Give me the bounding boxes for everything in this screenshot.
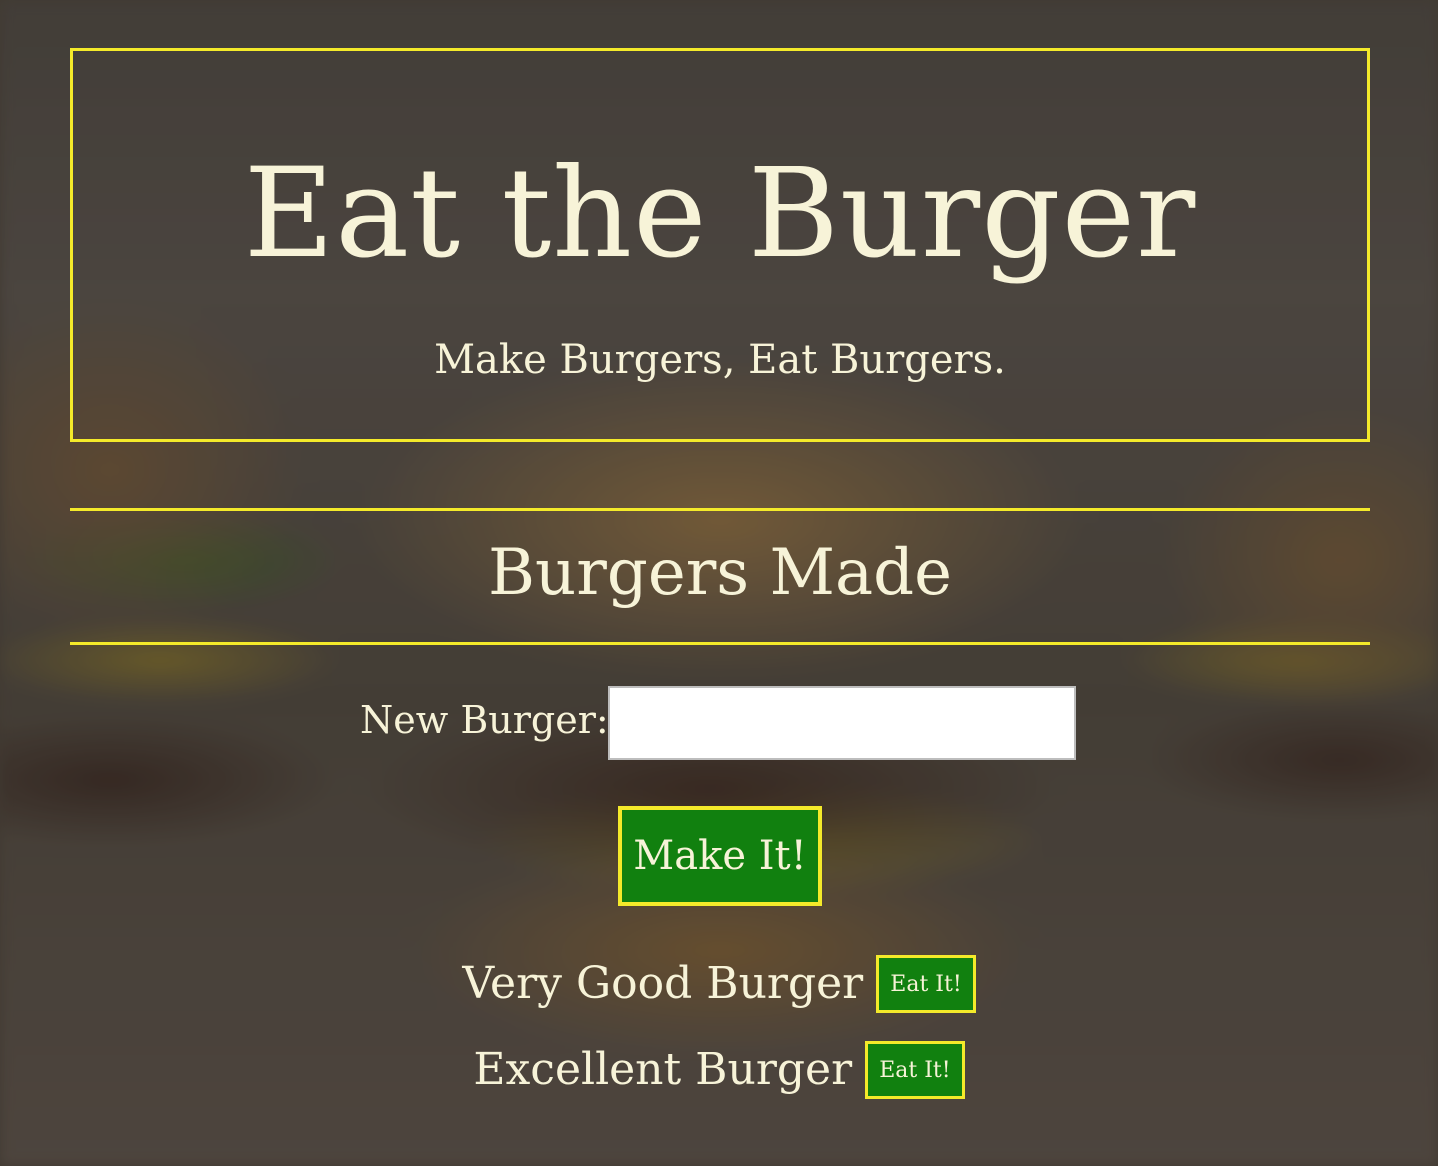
eat-it-button[interactable]: Eat It! — [865, 1041, 965, 1099]
section-divider-top — [70, 508, 1370, 511]
page-subtitle: Make Burgers, Eat Burgers. — [434, 337, 1006, 383]
eat-it-button[interactable]: Eat It! — [876, 955, 976, 1013]
new-burger-label: New Burger: — [360, 698, 609, 742]
section-title: Burgers Made — [488, 536, 952, 610]
new-burger-form: New Burger: — [0, 686, 1438, 764]
list-item: Excellent Burger Eat It! — [0, 1038, 1438, 1108]
make-it-button[interactable]: Make It! — [618, 806, 822, 906]
burger-name: Excellent Burger — [473, 1044, 853, 1095]
page: Eat the Burger Make Burgers, Eat Burgers… — [0, 0, 1438, 1166]
section-divider-bottom — [70, 642, 1370, 645]
header-jumbotron: Eat the Burger Make Burgers, Eat Burgers… — [70, 48, 1370, 442]
page-title: Eat the Burger — [243, 142, 1197, 286]
list-item: Very Good Burger Eat It! — [0, 952, 1438, 1022]
burger-name: Very Good Burger — [462, 958, 864, 1009]
new-burger-input[interactable] — [608, 686, 1076, 760]
